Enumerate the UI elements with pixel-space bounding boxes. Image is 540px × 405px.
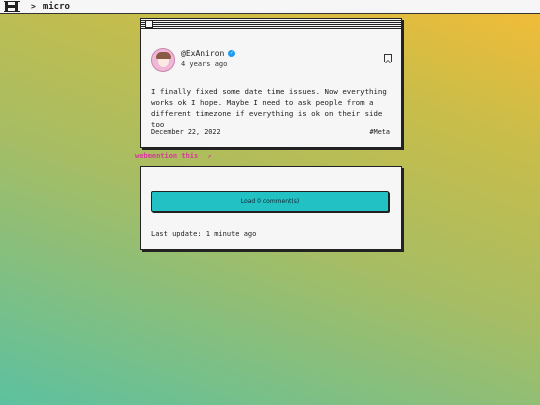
breadcrumb-separator: > (31, 2, 36, 11)
window-titlebar (141, 19, 401, 29)
webmention-link[interactable]: webmention this ↗ (135, 152, 211, 160)
external-link-icon: ↗ (207, 152, 212, 160)
verified-badge-icon: ✓ (228, 50, 236, 57)
post-card: @ExAniron ✓ 4 years ago I finally fixed … (140, 18, 402, 148)
top-bar: > micro (0, 0, 540, 14)
bookmark-icon[interactable] (384, 54, 392, 63)
breadcrumb-micro[interactable]: micro (43, 2, 70, 12)
post-tag[interactable]: #Meta (370, 128, 390, 136)
load-comments-button[interactable]: Load 0 comment(s) (151, 191, 389, 212)
post-author: @ExAniron ✓ (181, 49, 236, 58)
avatar-hair (156, 52, 171, 59)
comments-card: Load 0 comment(s) Last update: 1 minute … (140, 166, 402, 250)
post-time-ago[interactable]: 4 years ago (181, 60, 227, 68)
post-date: December 22, 2022 (151, 128, 221, 136)
author-username[interactable]: @ExAniron (181, 49, 224, 58)
webmention-label: webmention this (135, 152, 199, 160)
user-avatar[interactable] (151, 48, 175, 72)
window-button[interactable] (145, 20, 153, 28)
post-text: I finally fixed some date time issues. N… (151, 87, 387, 129)
last-update-text: Last update: 1 minute ago (151, 230, 257, 238)
h-logo-icon[interactable] (4, 1, 20, 12)
